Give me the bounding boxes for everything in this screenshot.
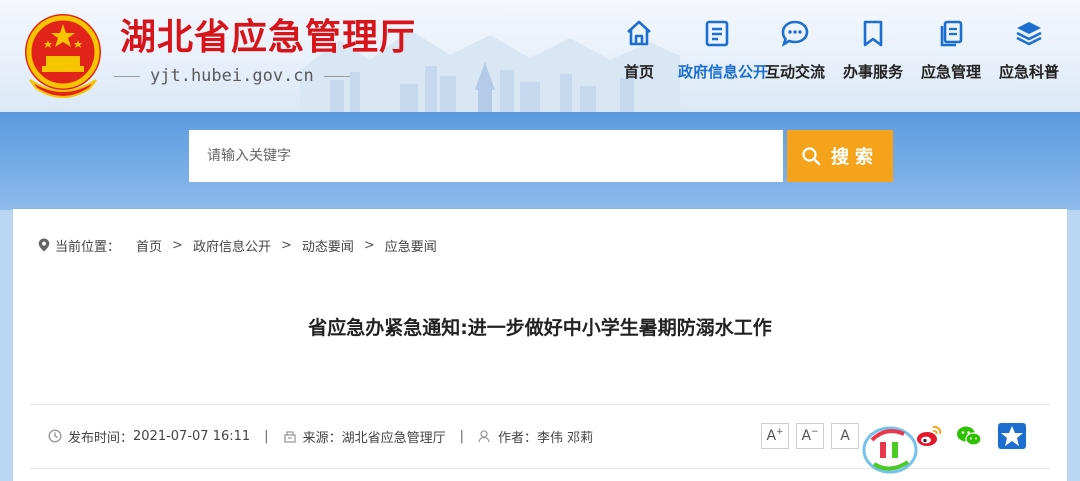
site-domain: yjt.hubei.gov.cn <box>114 66 350 86</box>
breadcrumb-home[interactable]: 首页 <box>136 236 162 255</box>
article-source: 湖北省应急管理厅 <box>341 430 446 446</box>
breadcrumb-news[interactable]: 动态要闻 <box>302 236 354 255</box>
search-icon <box>802 147 821 166</box>
meta-divider-top <box>30 404 1050 405</box>
search-button-label: 搜索 <box>831 147 879 168</box>
main-navigation: 首页 政府信息公开 互动交流 办事服务 应急管理 应急科普 <box>600 18 1072 98</box>
search-input[interactable] <box>189 130 783 182</box>
search-button[interactable]: 搜索 <box>787 130 893 182</box>
nav-item-interaction[interactable]: 互动交流 <box>756 18 834 98</box>
font-decrease-label: A <box>801 428 812 444</box>
breadcrumb-emergency-news[interactable]: 应急要闻 <box>385 236 437 255</box>
national-emblem-logo <box>25 14 101 98</box>
chat-bubble-icon <box>781 20 809 47</box>
plus-icon: + <box>776 427 784 437</box>
nav-item-label: 政府信息公开 <box>678 63 769 81</box>
author-label: 作者： <box>497 430 537 446</box>
watermark-logo <box>862 426 918 474</box>
breadcrumb-separator: > <box>363 237 375 253</box>
breadcrumb-gov-info[interactable]: 政府信息公开 <box>193 236 271 255</box>
breadcrumb-separator: > <box>172 237 183 253</box>
breadcrumb: 当前位置： 首页 > 政府信息公开 > 动态要闻 > 应急要闻 <box>38 235 437 255</box>
font-decrease-button[interactable]: A − <box>796 423 824 449</box>
wechat-icon[interactable] <box>955 423 983 449</box>
font-reset-label: A <box>840 428 850 444</box>
nav-item-label: 应急科普 <box>998 63 1059 81</box>
nav-item-label: 首页 <box>623 63 654 81</box>
nav-item-home[interactable]: 首页 <box>600 18 678 98</box>
clock-icon <box>48 429 62 443</box>
source-label: 来源： <box>302 430 342 446</box>
site-header: 湖北省应急管理厅 yjt.hubei.gov.cn 首页 政府信息公开 互动交流 <box>0 0 1080 112</box>
nav-item-emergency-management[interactable]: 应急管理 <box>912 18 990 98</box>
minus-icon: − <box>811 427 819 437</box>
font-increase-button[interactable]: A + <box>761 423 789 449</box>
source-icon <box>283 431 296 443</box>
article-author: 李伟 邓莉 <box>537 430 594 446</box>
breadcrumb-separator: > <box>280 237 292 253</box>
nav-item-gov-info[interactable]: 政府信息公开 <box>678 18 769 98</box>
meta-separator: | <box>459 428 464 444</box>
font-increase-label: A <box>766 428 777 444</box>
location-pin-icon <box>38 238 50 252</box>
bookmark-icon <box>863 20 883 47</box>
nav-item-label: 应急管理 <box>920 63 981 81</box>
nav-item-services[interactable]: 办事服务 <box>834 18 912 98</box>
publish-time-label: 发布时间： <box>68 430 134 446</box>
meta-separator: | <box>264 428 269 444</box>
qq-zone-icon[interactable] <box>998 423 1026 449</box>
nav-item-label: 互动交流 <box>764 63 825 81</box>
nav-item-science[interactable]: 应急科普 <box>990 18 1068 98</box>
files-icon <box>940 20 963 47</box>
breadcrumb-prefix: 当前位置： <box>55 239 121 255</box>
document-icon <box>705 20 729 47</box>
site-title: 湖北省应急管理厅 <box>120 17 417 58</box>
author-icon <box>478 430 490 443</box>
publish-time: 2021-07-07 16:11 <box>133 428 251 444</box>
layers-icon <box>1016 22 1042 46</box>
home-icon <box>627 20 651 46</box>
article-meta: 发布时间： 2021-07-07 16:11 | 来源： 湖北省应急管理厅 | … <box>48 426 593 446</box>
article-title: 省应急办紧急通知:进一步做好中小学生暑期防溺水工作 <box>308 317 772 339</box>
nav-item-label: 办事服务 <box>842 63 903 81</box>
font-reset-button[interactable]: A <box>831 423 859 449</box>
